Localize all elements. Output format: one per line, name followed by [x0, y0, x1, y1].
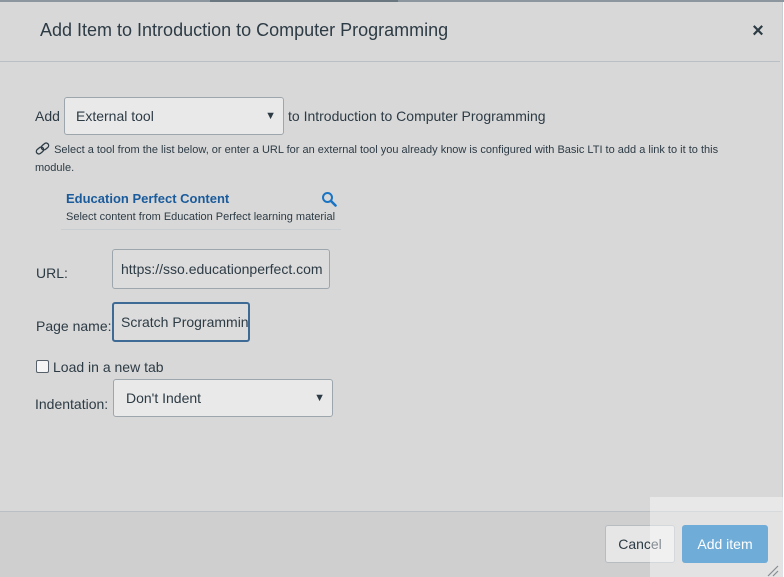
close-icon: ×	[752, 20, 764, 42]
indentation-label: Indentation:	[35, 396, 109, 412]
item-type-select[interactable]: External tool ▼	[64, 97, 284, 135]
add-item-button[interactable]: Add item	[682, 525, 768, 563]
new-tab-checkbox[interactable]	[36, 360, 49, 373]
dialog-header: Add Item to Introduction to Computer Pro…	[0, 2, 780, 62]
cancel-button[interactable]: Cancel	[605, 525, 675, 563]
indentation-select[interactable]: Don't Indent ▼	[113, 379, 333, 417]
help-text: Select a tool from the list below, or en…	[35, 141, 735, 177]
page-name-label: Page name:	[36, 318, 112, 334]
dialog-title: Add Item to Introduction to Computer Pro…	[40, 20, 449, 40]
search-icon[interactable]	[321, 191, 337, 207]
url-label: URL:	[36, 265, 68, 281]
chevron-down-icon: ▼	[314, 392, 325, 404]
page-name-input[interactable]: Scratch Programming	[112, 302, 250, 342]
new-tab-label: Load in a new tab	[53, 359, 164, 375]
tool-name: Education Perfect Content	[66, 191, 230, 206]
chevron-down-icon: ▼	[265, 110, 276, 122]
item-type-selected-value: External tool	[76, 108, 154, 124]
dialog-footer: Cancel Add item	[0, 511, 782, 577]
tool-list-item[interactable]: Education Perfect Content Select content…	[61, 185, 341, 230]
indentation-selected-value: Don't Indent	[126, 390, 202, 406]
add-item-dialog: Add Item to Introduction to Computer Pro…	[0, 2, 783, 577]
help-text-content: Select a tool from the list below, or en…	[35, 144, 719, 174]
dialog-body: Add External tool ▼ to Introduction to C…	[0, 62, 780, 511]
url-input[interactable]: https://sso.educationperfect.com	[112, 249, 330, 289]
add-label: Add	[35, 108, 60, 124]
close-button[interactable]: ×	[748, 20, 768, 42]
module-target-label: to Introduction to Computer Programming	[288, 108, 546, 124]
link-icon	[35, 142, 51, 156]
resize-handle-icon[interactable]	[765, 563, 779, 577]
tool-description: Select content from Education Perfect le…	[66, 211, 336, 223]
